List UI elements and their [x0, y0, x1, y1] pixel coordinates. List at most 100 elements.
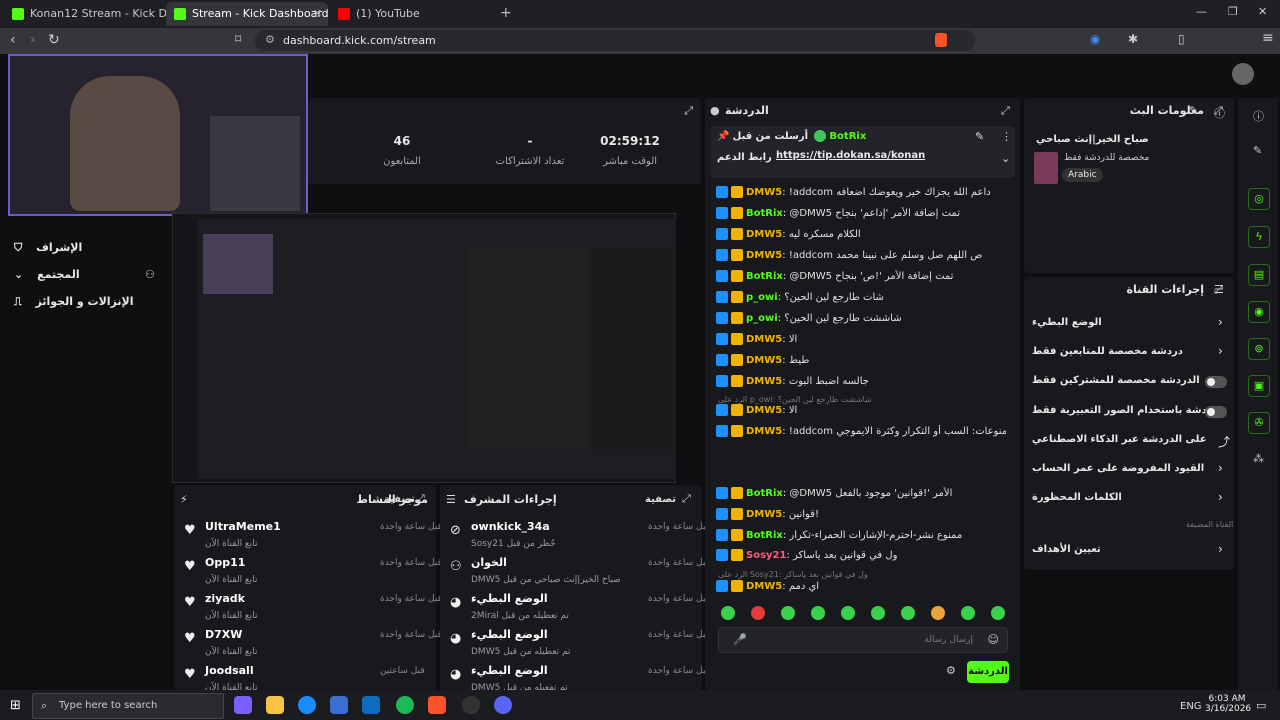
users-icon[interactable]: ⚇	[145, 268, 155, 281]
chat-message[interactable]: BotRix: @DMW5 تمت إضافة الأمر '!ص' بنجاح	[716, 270, 1006, 282]
close-tab-icon[interactable]: ✕	[313, 2, 322, 26]
file-explorer-icon[interactable]	[266, 696, 284, 714]
close-window-icon[interactable]: ✕	[1258, 5, 1267, 18]
taskbar-clock[interactable]: 6:03 AM 3/16/2026	[1205, 694, 1251, 714]
tools-action-icon[interactable]: ✇	[1248, 412, 1270, 434]
layout-action-icon[interactable]: ▣	[1248, 375, 1270, 397]
chat-username[interactable]: DMW5	[746, 376, 782, 387]
chat-username[interactable]: DMW5	[746, 355, 782, 366]
emote-icon[interactable]	[871, 606, 885, 620]
expand-icon[interactable]: ⤢	[1001, 104, 1010, 118]
toggle-switch[interactable]	[1205, 406, 1227, 418]
list-item-name[interactable]: الخوان	[471, 556, 507, 569]
info-icon[interactable]: ⓘ	[1253, 108, 1264, 124]
avatar[interactable]	[1232, 63, 1254, 85]
sidebar-item-moderation[interactable]: ⛉ الإشراف	[14, 241, 82, 255]
channel-action-item[interactable]: دردشة مخصصة للمتابعين فقط	[1032, 346, 1183, 357]
chat-username[interactable]: DMW5	[746, 509, 782, 520]
chat-send-button[interactable]: الدردشة	[967, 661, 1009, 683]
settings-icon[interactable]: ⚙	[946, 664, 956, 677]
chat-username[interactable]: p_owi	[746, 292, 778, 303]
bolt-action-icon[interactable]: ϟ	[1248, 226, 1270, 248]
external-link-icon[interactable]: ⤴	[1218, 433, 1230, 450]
expand-icon[interactable]: ⤢	[1214, 104, 1223, 118]
chevron-down-icon[interactable]: ⌄	[1001, 152, 1010, 165]
microphone-icon[interactable]: 🎤	[733, 633, 747, 646]
chat-message[interactable]: DMW5: الكلام مسكره ليه	[716, 228, 1006, 240]
spotify-icon[interactable]	[396, 696, 414, 714]
emote-icon[interactable]	[901, 606, 915, 620]
expand-icon[interactable]: ⤢	[684, 104, 693, 118]
chat-message[interactable]: DMW5: الا	[716, 333, 1006, 345]
list-item-name[interactable]: الوضع البطيء	[471, 628, 548, 641]
minimize-icon[interactable]: —	[1196, 5, 1207, 18]
discord-icon[interactable]	[494, 696, 512, 714]
sidebar-toggle-icon[interactable]: ▯	[1178, 32, 1185, 46]
chat-message[interactable]: DMW5: جالسه اضبط البوت	[716, 375, 1006, 387]
emote-icon[interactable]	[811, 606, 825, 620]
expand-icon[interactable]: ⤢	[1214, 283, 1223, 297]
channel-action-item[interactable]: الدردشة مخصصة للمشتركين فقط	[1032, 375, 1200, 386]
chat-username[interactable]: BotRix	[746, 271, 783, 282]
list-item-name[interactable]: ziyadk	[205, 592, 245, 605]
obs-icon[interactable]	[462, 696, 480, 714]
chat-username[interactable]: DMW5	[746, 187, 782, 198]
list-item-name[interactable]: D7XW	[205, 628, 242, 641]
stream-category[interactable]: مخصصة للدردشة فقط	[1064, 153, 1149, 163]
site-info-icon[interactable]: ⚙	[265, 33, 275, 46]
support-link[interactable]: https://tip.dokan.sa/konan	[776, 150, 925, 161]
chat-username[interactable]: DMW5	[746, 229, 782, 240]
new-tab-icon[interactable]: +	[500, 5, 512, 21]
bookmark-icon[interactable]: ⌑	[235, 32, 241, 46]
chevron-right-icon[interactable]: ›	[1218, 461, 1223, 475]
chat-message[interactable]: Sosy21: ول في قوانين بعد ياساكر	[716, 549, 1006, 561]
expand-icon[interactable]: ⤢	[416, 492, 425, 506]
chat-message[interactable]: DMW5: قوانين!	[716, 508, 1006, 520]
list-item-name[interactable]: UltraMeme1	[205, 520, 281, 533]
chat-username[interactable]: BotRix	[746, 488, 783, 499]
list-item-name[interactable]: Opp11	[205, 556, 245, 569]
chat-username[interactable]: DMW5	[746, 334, 782, 345]
mail-icon[interactable]	[362, 696, 380, 714]
maximize-icon[interactable]: ❐	[1228, 5, 1238, 18]
edge-icon[interactable]	[298, 696, 316, 714]
document-action-icon[interactable]: ▤	[1248, 264, 1270, 286]
speaker-icon[interactable]: ◉	[1090, 32, 1100, 46]
chat-message[interactable]: BotRix: ممنوع نشر-احترم-الإشارات الحمراء…	[716, 529, 1006, 541]
copilot-icon[interactable]	[234, 696, 252, 714]
chat-message[interactable]: DMW5: !addcom داعم الله يجزاك خير ويعوضك…	[716, 186, 1006, 198]
sidebar-item-drops[interactable]: ⎍ الإنزالات و الجوائز	[14, 295, 133, 309]
channel-action-item[interactable]: الدردشة باستخدام الصور التعبيرية فقط	[1032, 405, 1207, 416]
taskbar-search[interactable]: ⌕ Type here to search	[32, 693, 224, 719]
list-item-name[interactable]: ownkick_34a	[471, 520, 550, 533]
brave-icon[interactable]	[428, 696, 446, 714]
emote-icon[interactable]	[961, 606, 975, 620]
unpin-icon[interactable]: ✎	[975, 130, 984, 143]
chat-message[interactable]: BotRix: @DMW5 تمت إضافة الأمر 'إداعم' بن…	[716, 207, 1006, 219]
chat-username[interactable]: DMW5	[746, 426, 782, 437]
chat-message[interactable]: DMW5: !addcom قوانين الممنوعات: السب أو …	[716, 425, 1006, 437]
forward-icon[interactable]: ›	[30, 32, 36, 48]
chat-username[interactable]: DMW5	[746, 581, 782, 592]
store-icon[interactable]	[330, 696, 348, 714]
notifications-icon[interactable]: ▭	[1256, 699, 1266, 712]
tab-konan-dashboard[interactable]: Konan12 Stream - Kick Dashboard	[4, 2, 218, 26]
chat-username[interactable]: DMW5	[746, 250, 782, 261]
chat-message[interactable]: DMW5: !addcom ص اللهم صل وسلم على نبينا …	[716, 249, 1006, 261]
emote-icon[interactable]	[841, 606, 855, 620]
channel-action-item[interactable]: الوضع البطيء	[1032, 317, 1102, 328]
stream-preview[interactable]	[172, 213, 676, 483]
chat-username[interactable]: Sosy21	[746, 550, 786, 561]
channel-action-item[interactable]: الكلمات المحظورة	[1032, 492, 1122, 503]
extensions-icon[interactable]: ✱	[1128, 32, 1138, 46]
windows-start-icon[interactable]: ⊞	[10, 698, 21, 713]
chat-action-icon[interactable]: ◉	[1248, 301, 1270, 323]
chat-message[interactable]: DMW5: الا	[716, 404, 1006, 416]
activity-filter-button[interactable]: تصفية	[384, 494, 415, 505]
menu-icon[interactable]: ≡	[1262, 30, 1274, 46]
chat-username[interactable]: BotRix	[746, 530, 783, 541]
chat-message[interactable]: p_owi: شاششت طارجع لين الحين؟	[716, 312, 1006, 324]
chat-username[interactable]: DMW5	[746, 405, 782, 416]
brave-shield-icon[interactable]	[935, 33, 947, 47]
chat-username[interactable]: p_owi	[746, 313, 778, 324]
